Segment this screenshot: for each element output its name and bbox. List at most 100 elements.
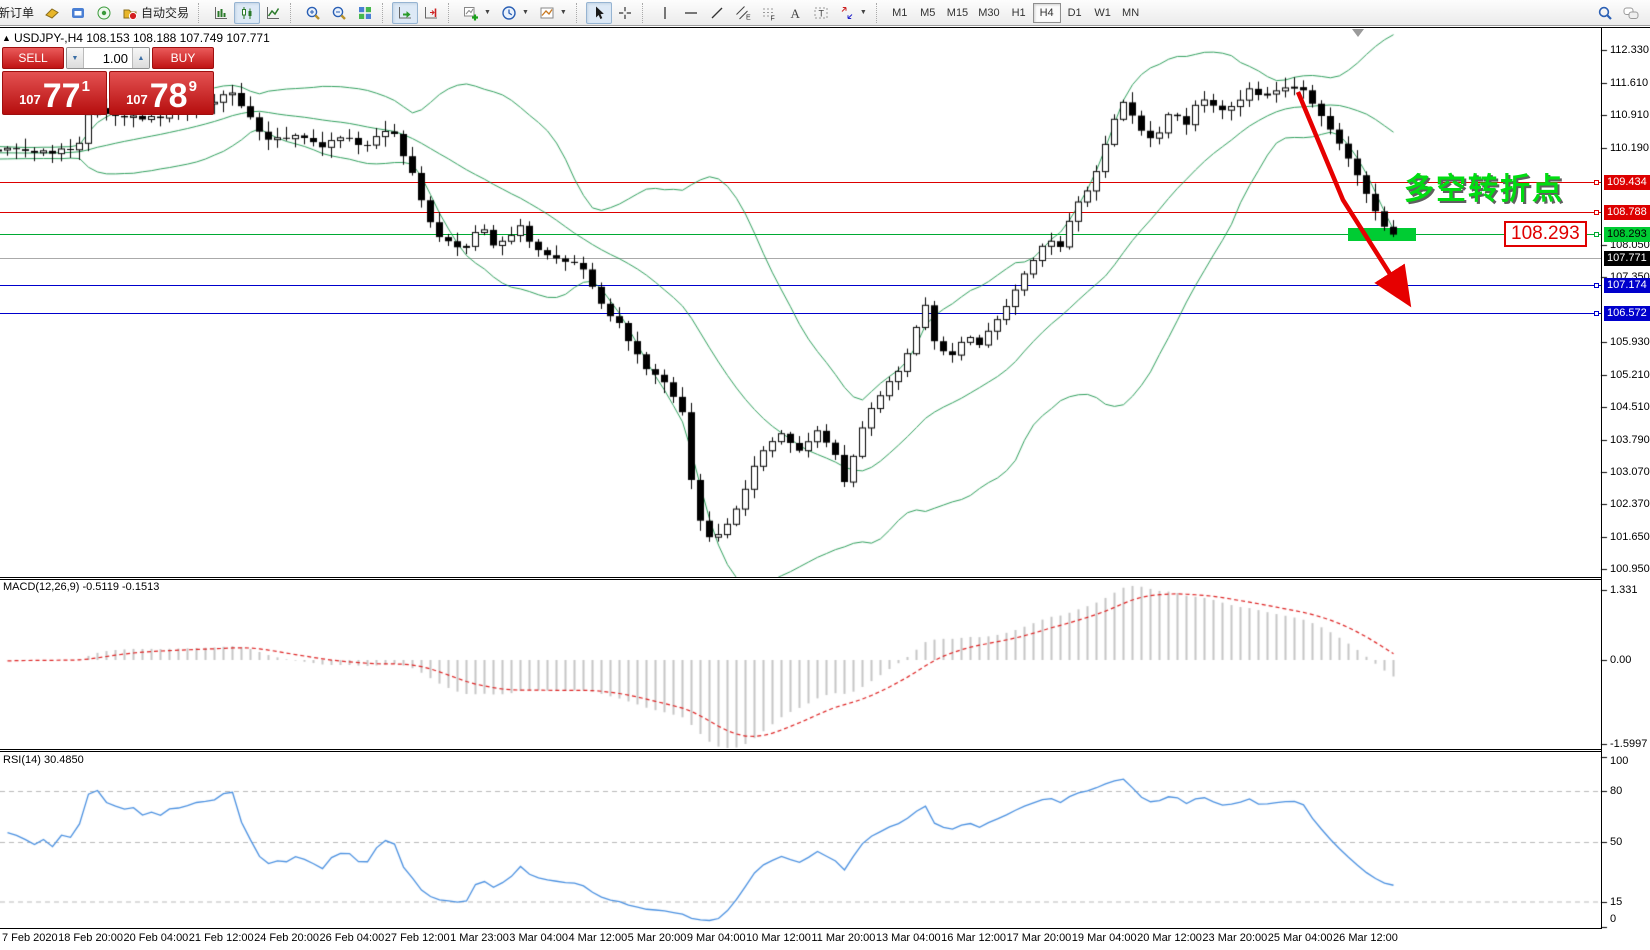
time-axis-label: 20 Mar 12:00 <box>1137 932 1202 944</box>
templates-button[interactable]: ▼ <box>534 2 572 24</box>
chart-canvas[interactable] <box>0 0 1650 950</box>
dropdown-caret-icon: ▼ <box>484 9 491 16</box>
timeframe-m5-button[interactable]: M5 <box>914 3 942 23</box>
macd-scale-label: 0.00 <box>1610 654 1631 666</box>
time-axis-label: 18 Feb 20:00 <box>58 932 123 944</box>
price-tick-label: 110.190 <box>1610 142 1649 154</box>
svg-text:T: T <box>818 8 824 18</box>
toolbar-separator <box>198 3 204 23</box>
new-order-button[interactable]: 新订单 <box>0 2 39 24</box>
annotation-text[interactable]: 多空转折点 <box>1404 164 1564 208</box>
sell-price-tile[interactable]: 107 77 1 <box>2 71 107 115</box>
timeframe-m15-button[interactable]: M15 <box>942 3 973 23</box>
buy-price-integer: 107 <box>126 92 148 107</box>
volume-increase-button[interactable]: ▲ <box>132 48 149 68</box>
time-axis-label: 25 Mar 04:00 <box>1268 932 1333 944</box>
candlestick-chart-button[interactable] <box>234 2 260 24</box>
arrows-icon <box>839 5 855 21</box>
timeframe-mn-button[interactable]: MN <box>1117 3 1145 23</box>
rsi-scale-label: 100 <box>1610 755 1628 767</box>
periods-button[interactable]: ▼ <box>496 2 534 24</box>
time-axis-label: 5 Mar 20:00 <box>628 932 687 944</box>
indicators-button[interactable]: ▼ <box>458 2 496 24</box>
chart-shift-marker[interactable] <box>1352 29 1364 37</box>
horizontal-line-button[interactable] <box>678 2 704 24</box>
timeframe-w1-button[interactable]: W1 <box>1089 3 1117 23</box>
crosshair-button[interactable] <box>612 2 638 24</box>
line-chart-icon <box>265 5 281 21</box>
text-icon: A <box>787 5 803 21</box>
price-tick-label: 103.790 <box>1610 434 1650 446</box>
cursor-button[interactable] <box>586 2 612 24</box>
cursor-icon <box>591 5 607 21</box>
line-anchor-square[interactable] <box>1594 283 1599 288</box>
macd-scale-label: -1.5997 <box>1610 738 1647 750</box>
book-button[interactable] <box>39 2 65 24</box>
buy-button[interactable]: BUY <box>152 47 214 69</box>
volume-box: ▼ 1.00 ▲ <box>66 47 150 69</box>
timeframe-d1-button[interactable]: D1 <box>1061 3 1089 23</box>
search-icon <box>1597 5 1613 21</box>
bar-chart-icon <box>213 5 229 21</box>
time-axis-label: 1 Mar 23:00 <box>450 932 509 944</box>
cloud-window-button[interactable] <box>65 2 91 24</box>
vertical-line-button[interactable] <box>652 2 678 24</box>
buy-price-tile[interactable]: 107 78 9 <box>109 71 214 115</box>
chat-button[interactable] <box>1618 2 1644 24</box>
line-anchor-square[interactable] <box>1594 210 1599 215</box>
time-axis-label: 26 Mar 12:00 <box>1333 932 1398 944</box>
equidistant-channel-button[interactable]: E <box>730 2 756 24</box>
zoom-in-button[interactable] <box>300 2 326 24</box>
templates-icon <box>539 5 555 21</box>
svg-text:F: F <box>770 15 774 21</box>
toolbar-separator <box>448 3 454 23</box>
arrows-button[interactable]: ▼ <box>834 2 872 24</box>
time-axis-label: 10 Mar 12:00 <box>746 932 811 944</box>
time-axis-line <box>0 928 1602 929</box>
sell-button[interactable]: SELL <box>2 47 64 69</box>
fibonacci-button[interactable]: F <box>756 2 782 24</box>
autotrade-icon <box>122 5 138 21</box>
line-anchor-square[interactable] <box>1594 311 1599 316</box>
rsi-scale-label: 15 <box>1610 896 1622 908</box>
price-line-badge: 108.293 <box>1604 227 1650 242</box>
toolbar-separator <box>576 3 582 23</box>
price-callout-label[interactable]: 108.293 <box>1504 221 1587 247</box>
volume-input[interactable]: 1.00 <box>84 48 132 68</box>
time-axis-label: 16 Mar 12:00 <box>941 932 1006 944</box>
rsi-pane-separator[interactable] <box>0 749 1601 752</box>
price-tick-label: 100.950 <box>1610 563 1650 575</box>
timeframe-h1-button[interactable]: H1 <box>1005 3 1033 23</box>
bar-chart-button[interactable] <box>208 2 234 24</box>
rsi-scale-label: 50 <box>1610 836 1622 848</box>
mt4-window: 新订单 自动交易 ▼ ▼ ▼ E F A T ▼ M1M5M15M30H1H4D1W1MN 多空转折… <box>0 0 1650 950</box>
timeframe-m1-button[interactable]: M1 <box>886 3 914 23</box>
chart-shift-icon <box>423 5 439 21</box>
timeframe-m30-button[interactable]: M30 <box>973 3 1004 23</box>
tile-windows-button[interactable] <box>352 2 378 24</box>
trendline-button[interactable] <box>704 2 730 24</box>
zoom-out-button[interactable] <box>326 2 352 24</box>
chat-icon <box>1623 5 1639 21</box>
macd-pane-separator[interactable] <box>0 577 1601 580</box>
line-anchor-square[interactable] <box>1594 232 1599 237</box>
text-label-button[interactable]: T <box>808 2 834 24</box>
crosshair-icon <box>617 5 633 21</box>
dropdown-caret-icon: ▼ <box>522 9 529 16</box>
volume-decrease-button[interactable]: ▼ <box>67 48 84 68</box>
fibonacci-icon: F <box>761 5 777 21</box>
text-button[interactable]: A <box>782 2 808 24</box>
chart-shift-button[interactable] <box>418 2 444 24</box>
candlestick-chart-icon <box>239 5 255 21</box>
signal-button[interactable] <box>91 2 117 24</box>
autotrade-label: 自动交易 <box>141 4 189 21</box>
toolbar-separator <box>642 3 648 23</box>
price-tick-label: 102.370 <box>1610 498 1650 510</box>
line-chart-button[interactable] <box>260 2 286 24</box>
timeframe-h4-button[interactable]: H4 <box>1033 3 1061 23</box>
toolbar-separator <box>290 3 296 23</box>
search-button[interactable] <box>1592 2 1618 24</box>
line-anchor-square[interactable] <box>1594 180 1599 185</box>
autoscroll-button[interactable] <box>392 2 418 24</box>
autotrade-button[interactable]: 自动交易 <box>117 2 194 24</box>
